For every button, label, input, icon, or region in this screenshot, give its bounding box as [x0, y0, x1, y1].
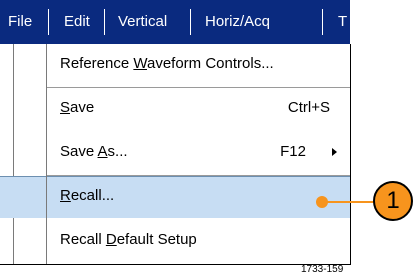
menu-vertical[interactable]: Vertical: [118, 0, 167, 44]
menu-item-label: Save: [60, 99, 95, 116]
menu-item-label: Recall Default Setup: [60, 231, 197, 248]
menu-item-label: Save As...: [60, 143, 128, 160]
menu-item-save-as[interactable]: Save As... F12: [0, 132, 350, 174]
menu-trigger[interactable]: T: [338, 0, 347, 44]
figure-id: 1733-159: [301, 264, 344, 275]
menu-bar: File Edit Vertical Horiz/Acq T: [0, 0, 350, 44]
menu-item-save[interactable]: Save Ctrl+S: [0, 88, 350, 130]
shortcut-label: F12: [280, 143, 306, 160]
menu-item-recall[interactable]: Recall...: [0, 176, 350, 218]
menu-item-recall-default-setup[interactable]: Recall Default Setup: [0, 220, 350, 262]
callout-number-badge: 1: [373, 181, 413, 221]
menu-item-label: Recall...: [60, 187, 115, 204]
callout-leader-line: [322, 201, 378, 203]
file-dropdown-menu: Reference Waveform Controls... Save Ctrl…: [0, 44, 351, 265]
selection-border: [0, 176, 350, 177]
shortcut-label: Ctrl+S: [287, 99, 330, 116]
menu-separator: [322, 9, 323, 35]
menu-separator: [48, 9, 49, 35]
menu-gutter-line: [46, 44, 47, 264]
menu-item-reference-waveform-controls[interactable]: Reference Waveform Controls...: [0, 44, 350, 86]
menu-horiz-acq[interactable]: Horiz/Acq: [205, 0, 270, 44]
menu-item-label: Reference Waveform Controls...: [60, 55, 274, 72]
menu-file[interactable]: File: [8, 0, 32, 44]
submenu-arrow-icon: [332, 148, 337, 156]
menu-separator: [190, 9, 191, 35]
menu-edit[interactable]: Edit: [64, 0, 90, 44]
menu-separator: [104, 9, 105, 35]
callout-dot: [316, 196, 328, 208]
